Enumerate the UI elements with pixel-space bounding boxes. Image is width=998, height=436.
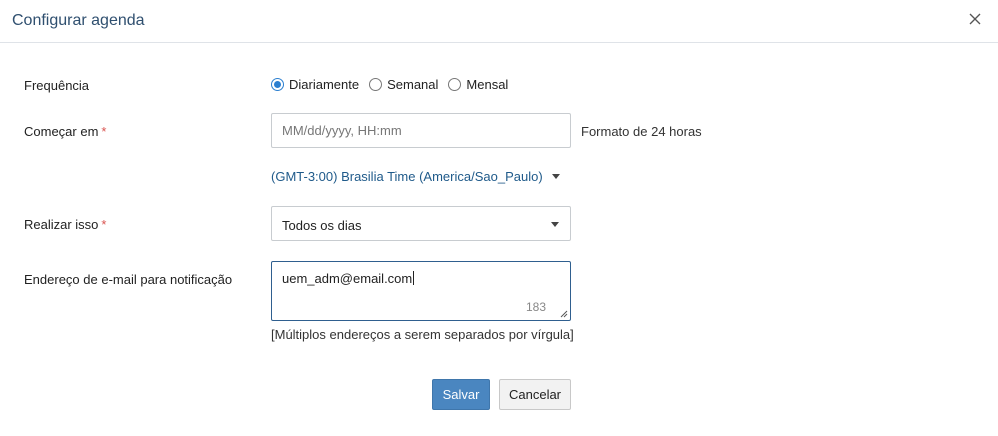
perform-selected-value: Todos os dias <box>282 218 362 233</box>
caret-down-icon <box>551 222 559 227</box>
radio-monthly-label: Mensal <box>466 77 509 92</box>
frequency-label: Frequência <box>24 78 89 93</box>
email-textarea[interactable]: uem_adm@email.com 183 <box>271 261 571 321</box>
perform-label: Realizar isso * <box>24 217 106 232</box>
caret-down-icon <box>551 174 560 179</box>
start-datetime-input[interactable] <box>271 113 571 148</box>
frequency-radio-group: Diariamente Semanal Mensal <box>271 77 518 92</box>
radio-weekly-label: Semanal <box>387 77 439 92</box>
char-counter: 183 <box>525 300 546 314</box>
required-mark: * <box>101 217 107 232</box>
radio-weekly[interactable]: Semanal <box>369 77 438 92</box>
radio-daily-circle[interactable] <box>271 78 284 91</box>
save-button[interactable]: Salvar <box>432 379 490 410</box>
schedule-dialog: Configurar agenda Frequência Diariamente… <box>0 0 998 436</box>
cancel-button[interactable]: Cancelar <box>499 379 571 410</box>
required-mark: * <box>101 124 107 139</box>
resize-handle-icon[interactable] <box>560 310 568 318</box>
frequency-label-text: Frequência <box>24 78 90 93</box>
radio-monthly-circle[interactable] <box>448 78 462 91</box>
timezone-dropdown[interactable]: (GMT-3:00) Brasilia Time (America/Sao_Pa… <box>271 169 560 184</box>
dialog-title: Configurar agenda <box>12 12 145 29</box>
time-format-hint: Formato de 24 horas <box>581 124 702 139</box>
email-value-wrap: uem_adm@email.com <box>282 271 415 286</box>
dialog-header: Configurar agenda <box>0 0 998 43</box>
radio-daily[interactable]: Diariamente <box>271 77 359 92</box>
email-hint: [Múltiplos endereços a serem separados p… <box>271 327 574 342</box>
email-value: uem_adm@email.com <box>282 271 413 286</box>
start-label: Começar em * <box>24 124 106 139</box>
perform-label-text: Realizar isso <box>24 217 99 232</box>
timezone-value: (GMT-3:00) Brasilia Time (America/Sao_Pa… <box>271 169 543 184</box>
start-label-text: Começar em <box>24 124 99 139</box>
perform-select[interactable]: Todos os dias <box>271 206 571 241</box>
close-icon[interactable] <box>968 12 982 26</box>
radio-daily-label: Diariamente <box>289 77 360 92</box>
radio-monthly[interactable]: Mensal <box>448 77 508 92</box>
text-cursor <box>413 271 415 285</box>
radio-weekly-circle[interactable] <box>369 78 383 91</box>
email-label: Endereço de e-mail para notificação <box>24 272 233 287</box>
